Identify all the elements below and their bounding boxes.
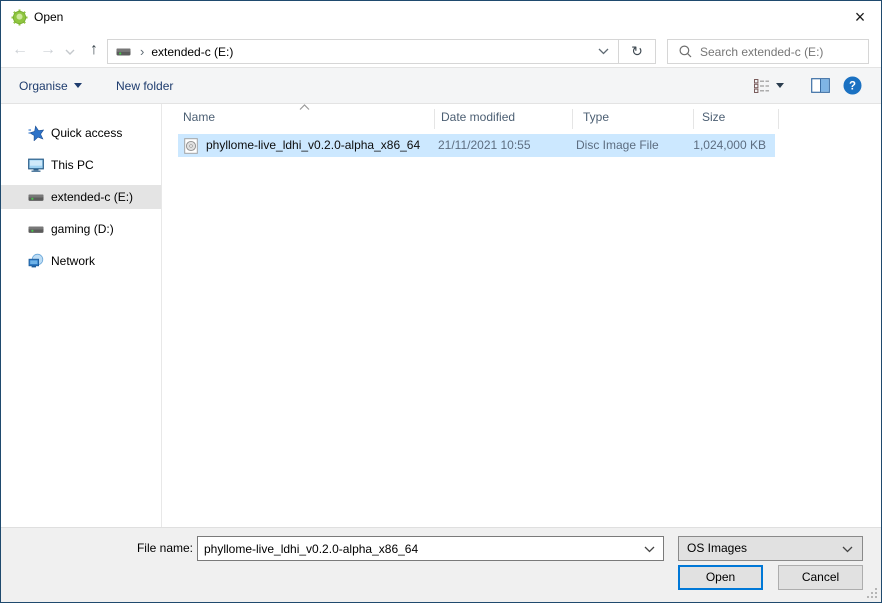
file-list: Name Date modified Type Size phyllome-li…: [162, 104, 880, 529]
search-box[interactable]: [667, 39, 869, 64]
help-button[interactable]: ?: [843, 68, 862, 103]
preview-pane-icon: [811, 78, 830, 93]
up-icon[interactable]: ↑: [83, 35, 105, 67]
file-size-cell: 1,024,000 KB: [638, 134, 766, 157]
breadcrumb-separator: ›: [140, 40, 144, 63]
open-dialog-window: Open × ← → ↑ › extended-c (E:) ↻: [0, 0, 882, 603]
sidebar-item-gaming-d[interactable]: gaming (D:): [1, 217, 161, 241]
history-chevron-icon[interactable]: [63, 49, 77, 55]
column-header-date-modified[interactable]: Date modified: [441, 110, 515, 124]
drive-icon: [116, 46, 131, 57]
sidebar-item-label: Network: [51, 254, 95, 268]
views-button[interactable]: [753, 68, 784, 103]
window-title: Open: [34, 1, 63, 33]
organise-label: Organise: [19, 79, 68, 93]
file-name-label: File name:: [97, 539, 193, 558]
column-header-size[interactable]: Size: [702, 110, 725, 124]
views-caret-icon: [776, 83, 784, 88]
file-date-cell: 21/11/2021 10:55: [438, 134, 531, 157]
refresh-icon[interactable]: ↻: [618, 39, 656, 64]
app-gear-icon: [11, 9, 28, 26]
file-type-select[interactable]: OS Images: [678, 536, 863, 561]
column-divider[interactable]: [434, 109, 435, 129]
sidebar-item-quick-access[interactable]: Quick access: [1, 121, 161, 145]
forward-icon[interactable]: →: [37, 35, 59, 67]
this-pc-monitor-icon: [28, 157, 44, 173]
sidebar-item-this-pc[interactable]: This PC: [1, 153, 161, 177]
sidebar-item-network[interactable]: Network: [1, 249, 161, 273]
file-name-input[interactable]: [198, 537, 643, 560]
title-bar: Open ×: [1, 1, 881, 35]
file-row-selected[interactable]: phyllome-live_ldhi_v0.2.0-alpha_x86_64 2…: [178, 134, 775, 157]
sidebar-item-label: This PC: [51, 158, 94, 172]
file-name-chevron-icon[interactable]: [644, 546, 655, 553]
network-icon: [28, 253, 44, 269]
new-folder-label: New folder: [116, 79, 173, 93]
sidebar-item-label: Quick access: [51, 126, 122, 140]
column-divider[interactable]: [693, 109, 694, 129]
details-view-icon: [753, 78, 770, 93]
search-input[interactable]: [700, 41, 868, 62]
help-icon: ?: [843, 76, 862, 95]
column-header-name[interactable]: Name: [183, 110, 215, 124]
file-name-combobox[interactable]: [197, 536, 664, 561]
file-name-cell: phyllome-live_ldhi_v0.2.0-alpha_x86_64: [206, 134, 420, 157]
drive-icon: [28, 189, 44, 205]
disc-image-file-icon: [184, 138, 198, 154]
file-type-value: OS Images: [687, 541, 747, 555]
column-divider[interactable]: [572, 109, 573, 129]
search-icon: [679, 45, 692, 58]
back-icon[interactable]: ←: [9, 35, 31, 67]
sidebar-item-label: gaming (D:): [51, 222, 114, 236]
sidebar-item-label: extended-c (E:): [51, 190, 133, 204]
file-type-chevron-icon: [842, 546, 853, 553]
quick-access-star-icon: [28, 125, 44, 141]
command-toolbar: Organise New folder: [1, 67, 881, 104]
close-icon[interactable]: ×: [845, 3, 875, 31]
new-folder-button[interactable]: New folder: [116, 68, 173, 103]
open-button[interactable]: Open: [678, 565, 763, 590]
address-dropdown-chevron-icon[interactable]: [598, 48, 609, 55]
navigation-bar: ← → ↑ › extended-c (E:) ↻: [1, 35, 881, 67]
column-header-row: Name Date modified Type Size: [162, 104, 880, 133]
sort-ascending-icon: [299, 104, 310, 111]
svg-text:?: ?: [849, 81, 856, 93]
navigation-sidebar: Quick access This PC extended-c (E:): [1, 104, 162, 529]
cancel-button[interactable]: Cancel: [778, 565, 863, 590]
dialog-footer: File name: OS Images Open Cancel: [1, 527, 881, 602]
drive-icon: [28, 221, 44, 237]
resize-grip[interactable]: [867, 588, 878, 599]
column-header-type[interactable]: Type: [583, 110, 609, 124]
column-divider[interactable]: [778, 109, 779, 129]
sidebar-item-extended-c[interactable]: extended-c (E:): [1, 185, 161, 209]
breadcrumb-drive[interactable]: extended-c (E:): [151, 45, 233, 59]
address-bar[interactable]: › extended-c (E:): [107, 39, 619, 64]
organise-caret-icon: [74, 83, 82, 88]
organise-button[interactable]: Organise: [19, 68, 82, 103]
preview-pane-button[interactable]: [811, 68, 830, 103]
